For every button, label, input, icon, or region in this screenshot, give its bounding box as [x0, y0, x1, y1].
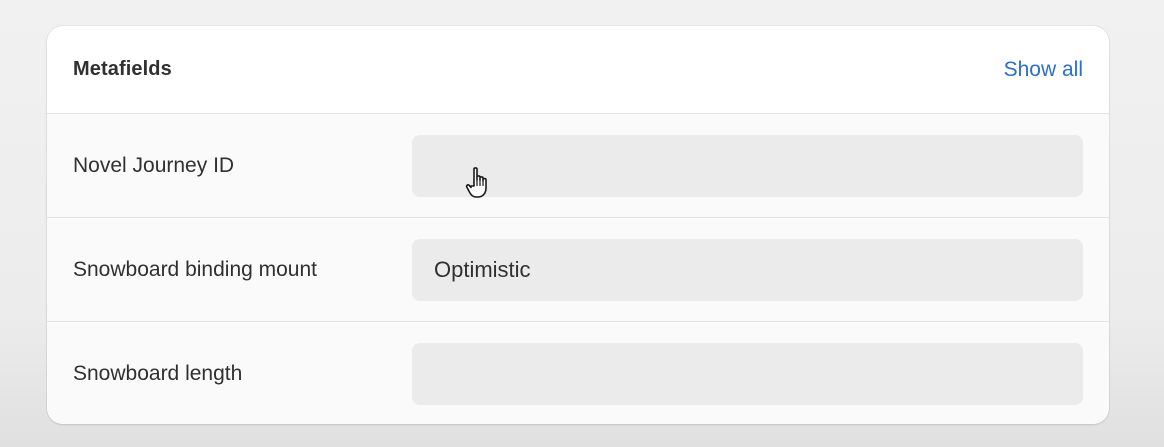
metafield-label: Snowboard length [73, 362, 243, 385]
metafield-label: Snowboard binding mount [73, 257, 318, 281]
metafield-row-novel-journey-id: Novel Journey ID [47, 114, 1109, 218]
snowboard-binding-mount-input[interactable]: Optimistic [412, 239, 1083, 301]
metafield-row-snowboard-binding-mount: Snowboard binding mount Optimistic [47, 218, 1109, 322]
metafield-row-snowboard-length: Snowboard length [47, 322, 1109, 424]
metafield-label: Novel Journey ID [73, 153, 235, 177]
novel-journey-id-input[interactable] [412, 135, 1083, 197]
card-title: Metafields [73, 58, 172, 80]
card-header: Metafields Show all [47, 26, 1109, 114]
snowboard-length-input[interactable] [412, 343, 1083, 405]
show-all-link[interactable]: Show all [1004, 58, 1083, 82]
metafields-card: Metafields Show all Novel Journey ID Sno… [47, 26, 1109, 424]
